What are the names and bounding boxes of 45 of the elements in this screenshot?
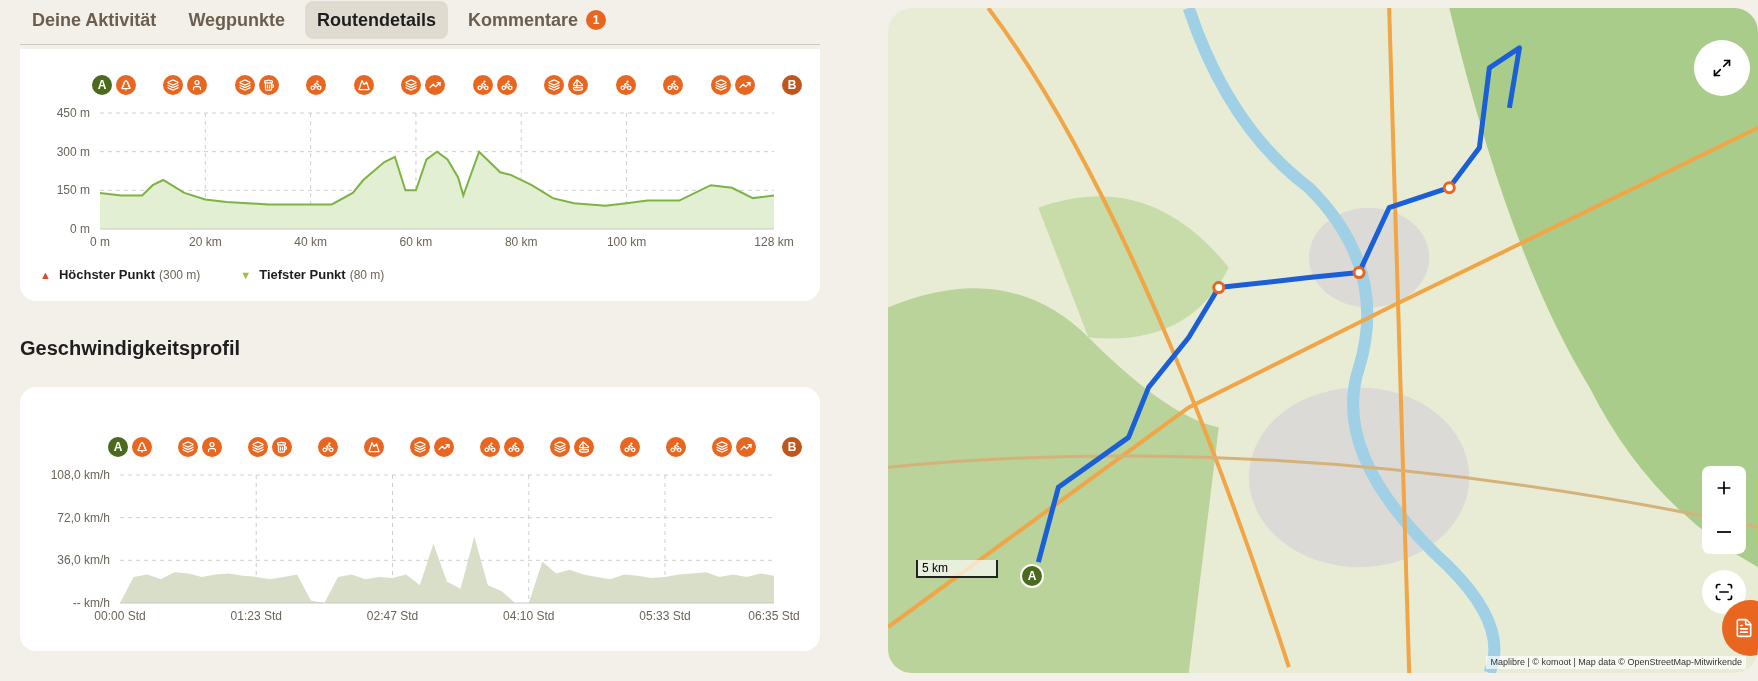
scale-bar: 5 km — [916, 560, 998, 578]
start-marker[interactable]: A — [106, 434, 130, 459]
axis-label: 108,0 km/h — [50, 467, 110, 482]
legend-value: (300 m) — [158, 266, 201, 284]
expand-icon — [1712, 58, 1732, 78]
axis-label: 150 m — [56, 183, 90, 198]
axis-label: 40 km — [294, 235, 327, 249]
tree-waypoint-icon[interactable] — [114, 73, 138, 97]
comment-count-badge: 1 — [586, 10, 607, 30]
tab[interactable]: Wegpunkte — [176, 1, 298, 39]
axis-label: -- km/h — [72, 595, 110, 610]
axis-label: 450 m — [56, 106, 90, 120]
axis-label: 00:00 Std — [94, 608, 146, 623]
triangle-up-icon: ▲ — [40, 266, 51, 283]
legend-label: Höchster Punkt — [58, 266, 155, 284]
start-marker[interactable]: A — [90, 73, 114, 97]
axis-label: 20 km — [188, 235, 222, 249]
scan-icon — [1714, 582, 1734, 602]
axis-label: 06:35 Std — [748, 608, 800, 623]
end-marker[interactable]: B — [780, 73, 804, 97]
axis-label: 0 m — [70, 222, 90, 236]
axis-label: 0 m — [90, 235, 110, 249]
axis-label: 60 km — [399, 235, 433, 249]
legend-value: (80 m) — [349, 266, 385, 284]
section-title: Geschwindigkeitsprofil — [20, 335, 242, 361]
axis-label: 01:23 Std — [230, 608, 282, 623]
tab[interactable]: Routendetails — [305, 1, 449, 39]
axis-label: 100 km — [606, 235, 647, 249]
axis-label: 05:33 Std — [639, 608, 691, 623]
axis-label: 80 km — [504, 235, 538, 249]
map[interactable]: A 5 km Maplibre | © komoot | Map data © OpenStreetMap-Mitwirkende — [888, 8, 1758, 673]
tab[interactable]: Kommentare 1 — [456, 1, 619, 39]
end-marker[interactable]: B — [780, 434, 804, 459]
axis-label: 300 m — [56, 144, 90, 159]
tab[interactable]: Deine Aktivität — [20, 1, 169, 39]
axis-label: 36,0 km/h — [57, 552, 110, 567]
legend-label: Tiefster Punkt — [259, 266, 346, 284]
triangle-down-icon: ▼ — [240, 266, 252, 283]
minus-icon — [1717, 531, 1731, 533]
document-icon — [1734, 618, 1754, 638]
axis-label: 128 km — [754, 235, 794, 249]
map-attribution: Maplibre | © komoot | Map data © OpenStreetMap-Mitwirkende — [1486, 655, 1746, 669]
axis-label: 02:47 Std — [366, 608, 419, 623]
axis-label: 04:10 Std — [503, 608, 555, 623]
axis-label: 72,0 km/h — [57, 510, 110, 525]
